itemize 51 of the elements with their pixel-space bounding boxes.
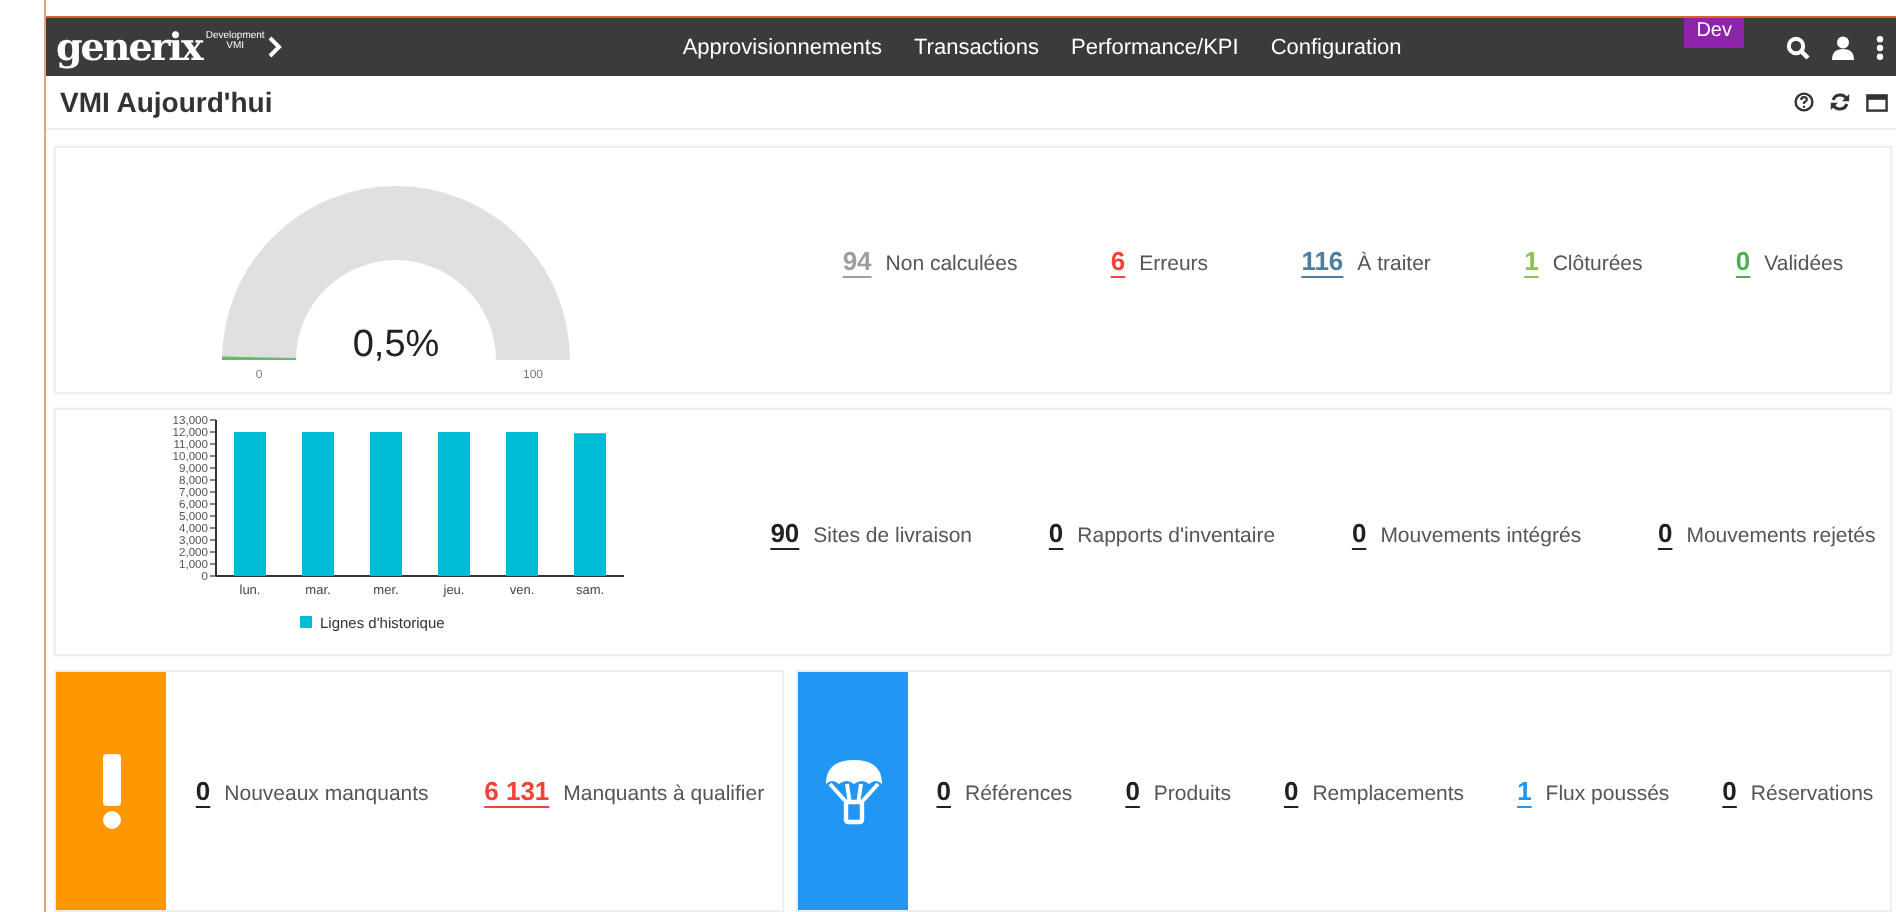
count-label: Produits bbox=[1153, 782, 1231, 806]
count-link[interactable]: 0 bbox=[195, 776, 211, 806]
count-label: Manquants à qualifier bbox=[563, 782, 765, 806]
gauge-value: 0,5% bbox=[352, 324, 440, 366]
count-link[interactable]: 0 bbox=[936, 776, 951, 806]
search-icon[interactable] bbox=[1786, 35, 1810, 59]
count-label: Validées bbox=[1764, 251, 1844, 275]
user-icon[interactable] bbox=[1832, 35, 1854, 59]
count-link[interactable]: 6 131 bbox=[484, 776, 550, 806]
chart-bar bbox=[234, 431, 266, 575]
menu-link[interactable]: Performance/KPI bbox=[1071, 35, 1239, 59]
count-label: Mouvements intégrés bbox=[1380, 523, 1582, 547]
count-label: Clôturées bbox=[1552, 251, 1643, 275]
count-link[interactable]: 90 bbox=[770, 517, 800, 547]
count-link[interactable]: 0 bbox=[1048, 517, 1064, 547]
count-link[interactable]: 0 bbox=[1283, 776, 1299, 806]
chart-bar bbox=[370, 431, 402, 575]
chevron-icon[interactable] bbox=[268, 36, 283, 58]
help-icon[interactable] bbox=[1794, 92, 1814, 112]
count-link[interactable]: 0 bbox=[1657, 517, 1673, 547]
count-label: Références bbox=[964, 782, 1073, 806]
environment-badge: Dev bbox=[1684, 18, 1744, 48]
count-label: Erreurs bbox=[1139, 251, 1209, 275]
chart-bar bbox=[506, 431, 538, 575]
count-link[interactable]: 6 bbox=[1110, 245, 1126, 275]
refresh-icon[interactable] bbox=[1830, 92, 1850, 112]
page-title: VMI Aujourd'hui bbox=[60, 86, 273, 118]
count-label: Nouveaux manquants bbox=[224, 782, 429, 806]
chart-bar bbox=[438, 431, 470, 575]
chart-bar bbox=[574, 432, 606, 575]
count-link[interactable]: 0 bbox=[1125, 776, 1140, 806]
count-label: Sites de livraison bbox=[813, 523, 973, 547]
exclamation-icon bbox=[101, 753, 121, 829]
count-label: Mouvements rejetés bbox=[1686, 523, 1876, 547]
parachute-icon bbox=[823, 757, 883, 825]
menu-link[interactable]: Configuration bbox=[1270, 35, 1402, 59]
count-label: Flux poussés bbox=[1545, 782, 1670, 806]
count-label: Remplacements bbox=[1312, 782, 1465, 806]
count-label: À traiter bbox=[1357, 251, 1431, 275]
logo-text: generix bbox=[56, 25, 202, 69]
menu-link[interactable]: Approvisionnements bbox=[682, 35, 882, 59]
more-icon[interactable] bbox=[1876, 35, 1884, 59]
count-label: Non calculées bbox=[885, 251, 1018, 275]
count-link[interactable]: 116 bbox=[1301, 245, 1344, 275]
count-link[interactable]: 0 bbox=[1351, 517, 1367, 547]
window-icon[interactable] bbox=[1866, 93, 1888, 111]
count-label: Rapports d'inventaire bbox=[1077, 523, 1276, 547]
chart-bar bbox=[302, 431, 334, 575]
count-link[interactable]: 0 bbox=[1722, 776, 1737, 806]
menu-link[interactable]: Transactions bbox=[913, 35, 1040, 59]
count-label: Réservations bbox=[1750, 782, 1874, 806]
